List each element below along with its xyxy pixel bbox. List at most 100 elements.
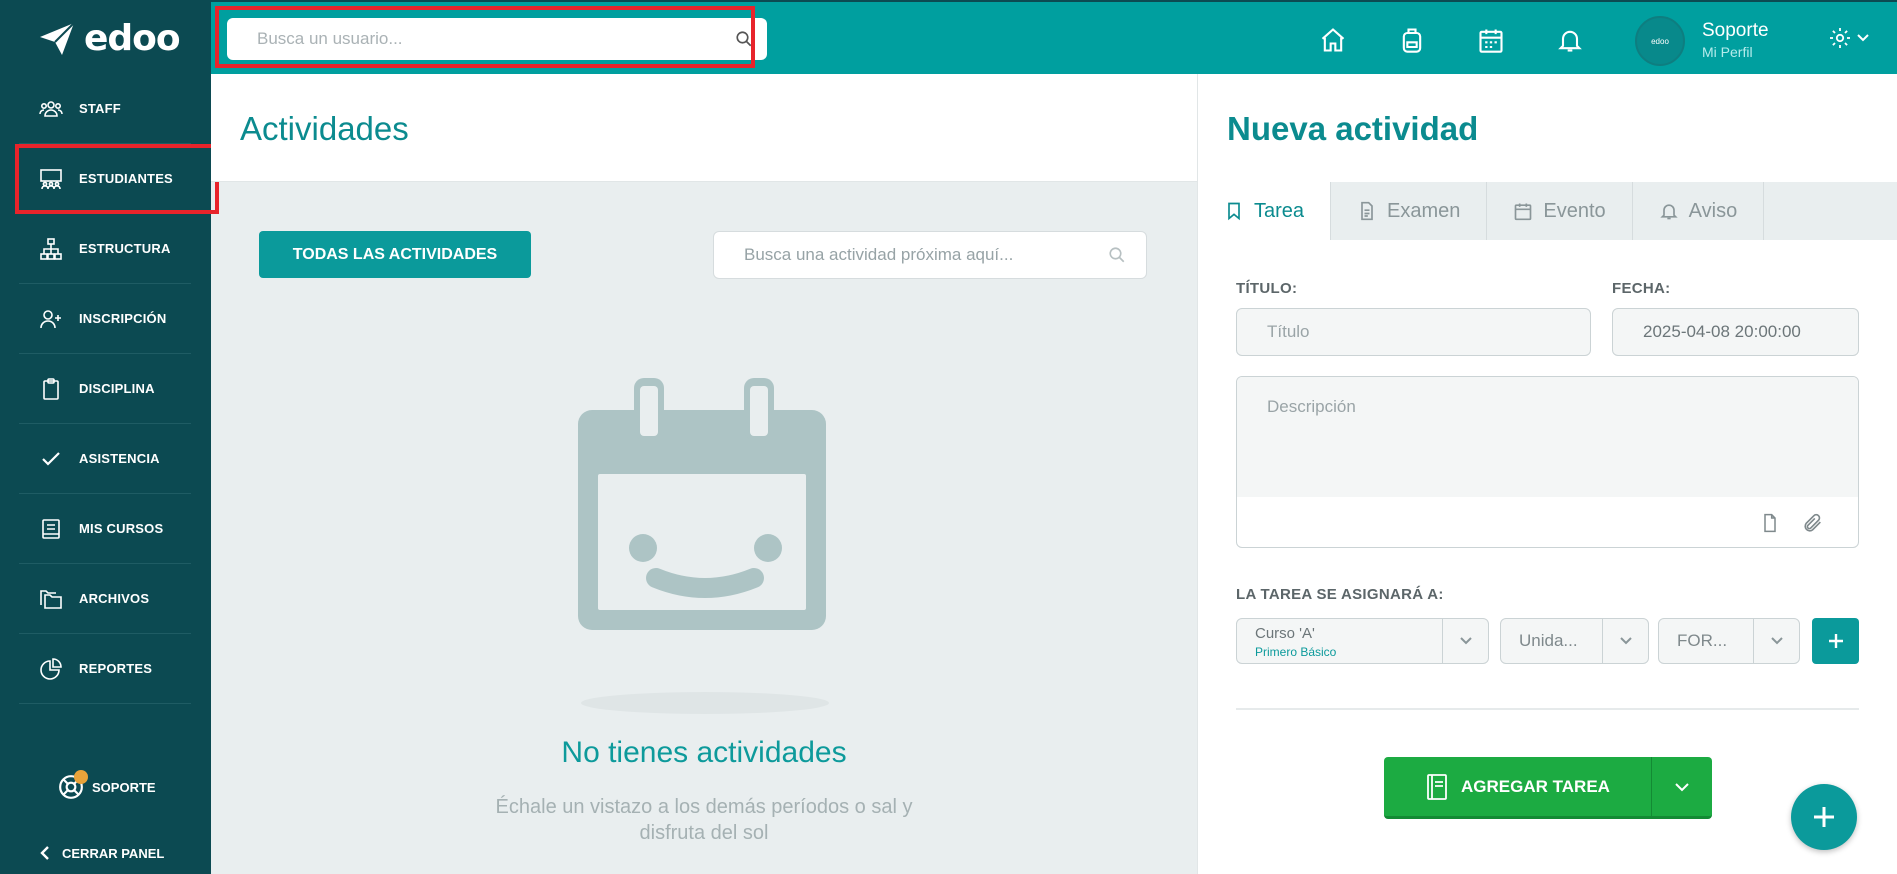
sidebar-item-label: DISCIPLINA	[79, 381, 155, 396]
sidebar-item-label: MIS CURSOS	[79, 521, 164, 536]
user-search-input[interactable]	[257, 29, 735, 49]
bookmark-icon	[1228, 202, 1240, 221]
new-activity-panel: Nueva actividad Tarea Examen Evento Avis…	[1197, 74, 1897, 874]
plus-icon	[1814, 807, 1834, 827]
floating-add-button[interactable]	[1791, 784, 1857, 850]
home-icon[interactable]	[1319, 26, 1347, 54]
paperclip-icon[interactable]	[1802, 512, 1824, 534]
profile-name[interactable]: Soporte	[1702, 20, 1769, 42]
description-input[interactable]: Descripción	[1237, 377, 1858, 497]
chevron-left-icon	[40, 846, 49, 860]
check-icon	[42, 451, 60, 466]
notification-dot	[74, 770, 88, 784]
course-select-value: Curso 'A' Primero Básico	[1237, 623, 1442, 659]
tab-tarea[interactable]: Tarea	[1198, 182, 1332, 240]
empty-state-subtitle-line: disfruta del sol	[639, 822, 769, 844]
chevron-down-icon	[1675, 782, 1689, 791]
form-select[interactable]: FOR...	[1658, 618, 1800, 664]
unit-select[interactable]: Unida...	[1500, 618, 1649, 664]
title-field	[1236, 308, 1591, 356]
add-user-icon	[40, 309, 61, 328]
support-label: SOPORTE	[92, 779, 156, 795]
sidebar: edoo STAFF ESTUDIANTES ESTRUCTURA INSCRI…	[0, 0, 219, 874]
description-toolbar	[1237, 497, 1858, 547]
form-select-caret	[1753, 619, 1799, 663]
add-task-button[interactable]: AGREGAR TAREA	[1384, 757, 1712, 819]
unit-select-caret	[1602, 619, 1648, 663]
activity-search-input[interactable]	[744, 245, 1108, 265]
bell-icon[interactable]	[1556, 26, 1584, 54]
empty-calendar-illustration	[578, 378, 829, 714]
staff-icon	[39, 100, 63, 117]
logo[interactable]: edoo	[38, 18, 181, 59]
assign-label: LA TAREA SE ASIGNARÁ A:	[1236, 586, 1444, 603]
sidebar-item-asistencia[interactable]: ASISTENCIA	[19, 424, 191, 494]
chevron-down-icon	[1619, 637, 1632, 645]
support-link[interactable]: SOPORTE	[58, 770, 156, 800]
activity-search	[713, 231, 1147, 279]
sidebar-item-inscripcion[interactable]: INSCRIPCIÓN	[19, 284, 191, 354]
divider	[1236, 708, 1859, 710]
profile-link[interactable]: Mi Perfil	[1702, 44, 1753, 60]
activity-type-tabs: Tarea Examen Evento Aviso	[1198, 182, 1897, 240]
date-field	[1612, 308, 1859, 356]
form-select-value: FOR...	[1677, 631, 1728, 650]
structure-icon	[40, 237, 62, 260]
course-grade: Primero Básico	[1255, 645, 1337, 659]
close-panel-button[interactable]: CERRAR PANEL	[40, 845, 164, 861]
sidebar-item-reportes[interactable]: REPORTES	[19, 634, 191, 704]
avatar[interactable]: edoo	[1635, 16, 1685, 66]
settings-menu[interactable]	[1828, 26, 1870, 50]
course-select[interactable]: Curso 'A' Primero Básico	[1236, 618, 1489, 664]
date-input[interactable]	[1643, 322, 1858, 342]
tab-label: Examen	[1387, 199, 1461, 222]
all-activities-button[interactable]: TODAS LAS ACTIVIDADES	[259, 231, 531, 278]
search-icon[interactable]	[1108, 246, 1126, 264]
search-icon[interactable]	[735, 30, 753, 48]
empty-state-title: No tienes actividades	[561, 736, 847, 769]
tab-label: Aviso	[1688, 199, 1738, 222]
sidebar-item-disciplina[interactable]: DISCIPLINA	[19, 354, 191, 424]
empty-state-subtitle: Échale un vistazo a los demás períodos o…	[211, 794, 1197, 846]
title-label: TÍTULO:	[1236, 280, 1298, 297]
sidebar-item-label: ASISTENCIA	[79, 451, 160, 466]
sidebar-item-mis-cursos[interactable]: MIS CURSOS	[19, 494, 191, 564]
sidebar-item-staff[interactable]: STAFF	[19, 74, 191, 144]
course-select-caret	[1442, 619, 1488, 663]
chevron-down-icon	[1459, 637, 1472, 645]
tab-evento[interactable]: Evento	[1487, 182, 1633, 240]
backpack-icon[interactable]	[1398, 26, 1426, 54]
description-box: Descripción	[1236, 376, 1859, 548]
plus-icon	[1828, 634, 1843, 648]
chevron-down-icon	[1857, 34, 1869, 42]
clipboard-icon	[43, 377, 59, 400]
bell-icon	[1659, 204, 1678, 220]
course-name: Curso 'A'	[1255, 625, 1315, 642]
gear-icon	[1830, 28, 1850, 48]
tab-examen[interactable]: Examen	[1331, 182, 1488, 240]
sidebar-nav: STAFF ESTUDIANTES ESTRUCTURA INSCRIPCIÓN…	[15, 74, 219, 704]
avatar-text: edoo	[1651, 36, 1669, 46]
sidebar-item-label: STAFF	[79, 101, 121, 116]
add-task-dropdown[interactable]	[1652, 782, 1712, 792]
sidebar-item-archivos[interactable]: ARCHIVOS	[19, 564, 191, 634]
sidebar-item-label: ARCHIVOS	[79, 591, 150, 606]
user-search	[227, 18, 767, 60]
file-icon[interactable]	[1760, 512, 1780, 534]
sidebar-item-estudiantes[interactable]: ESTUDIANTES	[15, 144, 219, 214]
notebook-icon	[1427, 773, 1447, 800]
students-icon	[40, 168, 62, 189]
folders-icon	[40, 589, 62, 609]
tab-aviso[interactable]: Aviso	[1633, 182, 1765, 240]
calendar-icon[interactable]	[1477, 26, 1505, 54]
activities-header: Actividades	[211, 74, 1197, 182]
tab-label: Tarea	[1254, 199, 1305, 222]
sidebar-item-estructura[interactable]: ESTRUCTURA	[19, 214, 191, 284]
sidebar-item-label: INSCRIPCIÓN	[79, 311, 167, 326]
calendar-icon	[1515, 203, 1532, 221]
add-assignee-button[interactable]	[1812, 618, 1859, 664]
topbar: edoo Soporte Mi Perfil	[211, 0, 1897, 74]
title-input[interactable]	[1267, 322, 1590, 342]
add-task-main[interactable]: AGREGAR TAREA	[1384, 757, 1652, 816]
logo-text: edoo	[84, 18, 181, 59]
